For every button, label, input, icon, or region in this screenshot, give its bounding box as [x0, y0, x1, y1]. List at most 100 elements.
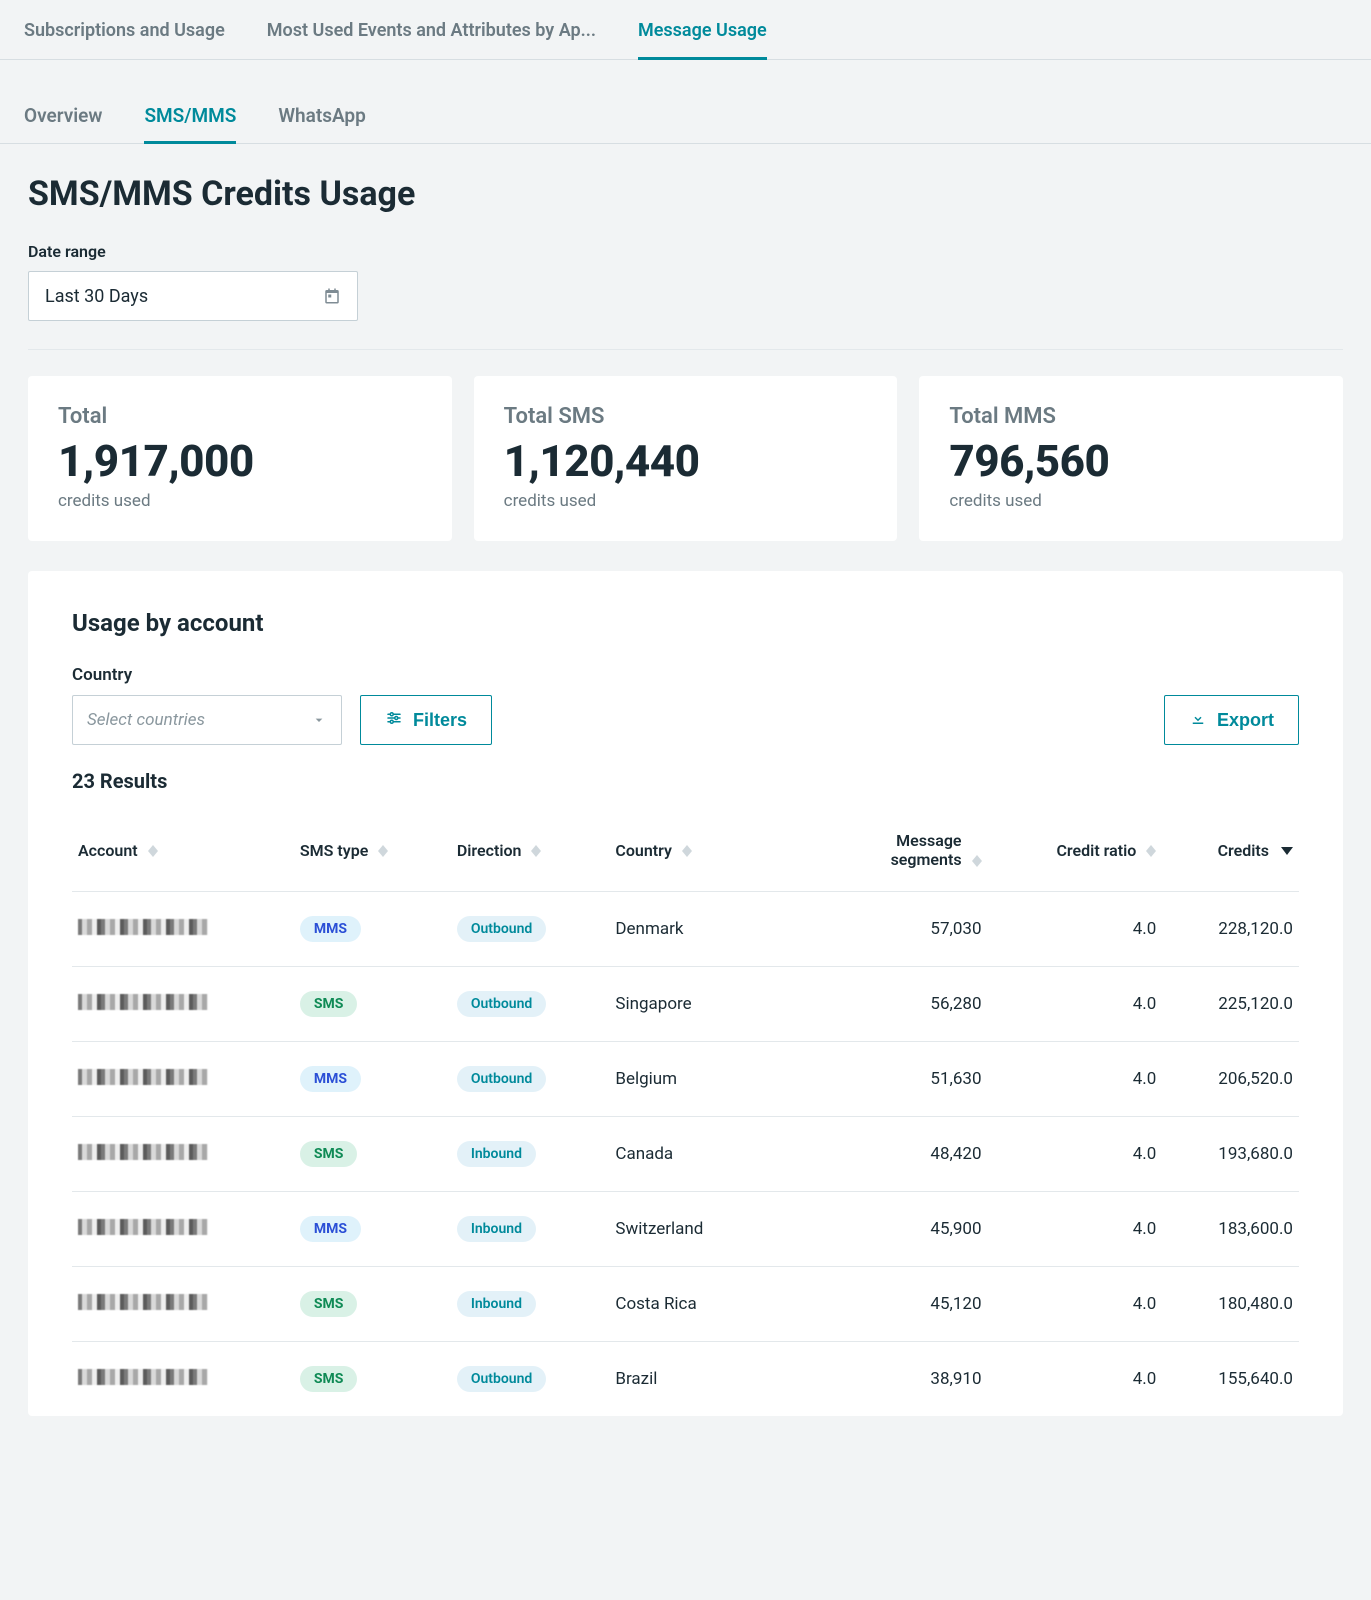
cell-credits: 206,520.0	[1162, 1042, 1299, 1117]
table-row: MMSOutboundDenmark57,0304.0228,120.0	[72, 892, 1299, 967]
cell-segments: 45,120	[766, 1267, 988, 1342]
card-total-sms-label: Total SMS	[504, 404, 868, 429]
date-range-value: Last 30 Days	[45, 286, 148, 307]
cell-direction: Outbound	[451, 1042, 610, 1117]
card-total-sub: credits used	[58, 491, 422, 511]
cell-country: Costa Rica	[609, 1267, 765, 1342]
direction-pill: Inbound	[457, 1291, 536, 1317]
col-credit-ratio[interactable]: Credit ratio	[988, 811, 1163, 892]
results-count: 23 Results	[72, 769, 1299, 793]
cell-account	[72, 892, 294, 967]
export-label: Export	[1217, 710, 1274, 731]
card-total: Total 1,917,000 credits used	[28, 376, 452, 541]
direction-pill: Outbound	[457, 916, 546, 942]
cell-sms-type: SMS	[294, 1267, 451, 1342]
col-sms-type[interactable]: SMS type	[294, 811, 451, 892]
cell-sms-type: SMS	[294, 1342, 451, 1417]
chevron-down-icon	[311, 712, 327, 728]
table-row: SMSOutboundSingapore56,2804.0225,120.0	[72, 967, 1299, 1042]
cell-credit-ratio: 4.0	[988, 967, 1163, 1042]
subtab-whatsapp[interactable]: WhatsApp	[278, 90, 365, 143]
sms-type-pill: SMS	[300, 1141, 358, 1167]
cell-direction: Outbound	[451, 892, 610, 967]
cell-credit-ratio: 4.0	[988, 892, 1163, 967]
redacted-account	[78, 994, 208, 1010]
direction-pill: Outbound	[457, 1366, 546, 1392]
tab-subscriptions-usage[interactable]: Subscriptions and Usage	[24, 0, 225, 59]
redacted-account	[78, 1144, 208, 1160]
main-tabs: Subscriptions and Usage Most Used Events…	[0, 0, 1371, 60]
cell-credit-ratio: 4.0	[988, 1117, 1163, 1192]
table-row: SMSInbound Costa Rica45,1204.0180,480.0	[72, 1267, 1299, 1342]
card-total-label: Total	[58, 404, 422, 429]
usage-title: Usage by account	[72, 609, 1299, 637]
cell-direction: Inbound	[451, 1267, 610, 1342]
table-row: MMSInboundSwitzerland45,9004.0183,600.0	[72, 1192, 1299, 1267]
col-country[interactable]: Country	[609, 811, 765, 892]
cell-segments: 56,280	[766, 967, 988, 1042]
table-row: MMSOutboundBelgium51,6304.0206,520.0	[72, 1042, 1299, 1117]
redacted-account	[78, 1294, 208, 1310]
subtab-sms-mms[interactable]: SMS/MMS	[144, 90, 236, 143]
cell-sms-type: MMS	[294, 1192, 451, 1267]
cell-credit-ratio: 4.0	[988, 1192, 1163, 1267]
cell-sms-type: SMS	[294, 967, 451, 1042]
sort-icon	[378, 845, 388, 857]
col-direction[interactable]: Direction	[451, 811, 610, 892]
date-range-label: Date range	[28, 242, 1343, 261]
cell-direction: Outbound	[451, 967, 610, 1042]
sort-icon	[972, 855, 982, 867]
cell-account	[72, 1267, 294, 1342]
tab-most-used-events[interactable]: Most Used Events and Attributes by Ap...	[267, 0, 596, 59]
cell-segments: 38,910	[766, 1342, 988, 1417]
cell-segments: 45,900	[766, 1192, 988, 1267]
cell-account	[72, 967, 294, 1042]
cell-country: Brazil	[609, 1342, 765, 1417]
sort-icon	[148, 845, 158, 857]
cell-sms-type: MMS	[294, 892, 451, 967]
col-account[interactable]: Account	[72, 811, 294, 892]
tab-message-usage[interactable]: Message Usage	[638, 0, 767, 59]
sms-type-pill: MMS	[300, 916, 361, 942]
download-icon	[1189, 709, 1207, 732]
date-range-picker[interactable]: Last 30 Days	[28, 271, 358, 321]
sub-tabs: Overview SMS/MMS WhatsApp	[0, 90, 1371, 144]
country-label: Country	[72, 665, 342, 685]
direction-pill: Outbound	[457, 991, 546, 1017]
cell-sms-type: SMS	[294, 1117, 451, 1192]
redacted-account	[78, 919, 208, 935]
table-row: SMSOutboundBrazil38,9104.0155,640.0	[72, 1342, 1299, 1417]
card-total-mms: Total MMS 796,560 credits used	[919, 376, 1343, 541]
cell-segments: 51,630	[766, 1042, 988, 1117]
col-message-segments[interactable]: Message segments	[766, 811, 988, 892]
card-total-sms: Total SMS 1,120,440 credits used	[474, 376, 898, 541]
country-select[interactable]: Select countries	[72, 695, 342, 745]
cell-direction: Inbound	[451, 1117, 610, 1192]
card-total-mms-label: Total MMS	[949, 404, 1313, 429]
cell-credit-ratio: 4.0	[988, 1342, 1163, 1417]
col-credits[interactable]: Credits	[1162, 811, 1299, 892]
cell-country: Singapore	[609, 967, 765, 1042]
sms-type-pill: MMS	[300, 1216, 361, 1242]
export-button[interactable]: Export	[1164, 695, 1299, 745]
filters-icon	[385, 709, 403, 732]
cell-credits: 193,680.0	[1162, 1117, 1299, 1192]
country-placeholder: Select countries	[87, 710, 205, 730]
card-total-mms-value: 796,560	[949, 435, 1313, 487]
card-total-sms-sub: credits used	[504, 491, 868, 511]
direction-pill: Outbound	[457, 1066, 546, 1092]
sms-type-pill: SMS	[300, 1366, 358, 1392]
cell-credit-ratio: 4.0	[988, 1267, 1163, 1342]
cell-account	[72, 1042, 294, 1117]
calendar-icon	[323, 287, 341, 305]
cell-credits: 228,120.0	[1162, 892, 1299, 967]
table-row: SMSInboundCanada48,4204.0193,680.0	[72, 1117, 1299, 1192]
subtab-overview[interactable]: Overview	[24, 90, 102, 143]
sms-type-pill: SMS	[300, 991, 358, 1017]
card-total-sms-value: 1,120,440	[504, 435, 868, 487]
redacted-account	[78, 1369, 208, 1385]
cell-credits: 180,480.0	[1162, 1267, 1299, 1342]
filters-label: Filters	[413, 710, 467, 731]
filters-button[interactable]: Filters	[360, 695, 492, 745]
cell-country: Belgium	[609, 1042, 765, 1117]
